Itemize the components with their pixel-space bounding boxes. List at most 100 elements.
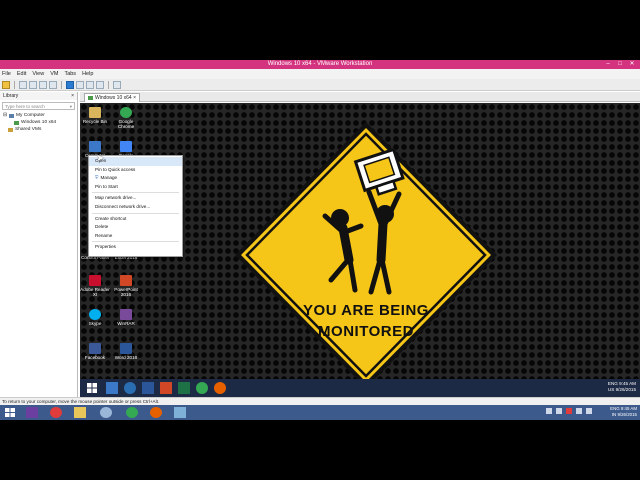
mouse-cursor-icon: ➤	[96, 153, 105, 164]
guest-tray-region[interactable]: US	[608, 387, 614, 392]
library-title: Library	[3, 93, 19, 99]
desktop-icon-google-chrome[interactable]: Google Chrome	[111, 107, 141, 129]
host-start-button[interactable]	[4, 407, 16, 418]
context-menu-divider	[92, 212, 179, 214]
shared-vms-icon	[8, 127, 13, 132]
opera-icon[interactable]	[50, 407, 62, 418]
chrome-icon	[120, 107, 132, 118]
desktop-icon-facebook[interactable]: Facebook	[80, 343, 110, 360]
tab-windows-10-x64[interactable]: Windows 10 x64 ×	[84, 93, 140, 102]
unity-icon[interactable]	[96, 80, 104, 89]
close-button[interactable]: ✕	[626, 60, 638, 69]
host-tray-region[interactable]: IN	[612, 412, 616, 417]
minimize-button[interactable]: –	[602, 60, 614, 69]
adobe-reader-icon	[89, 275, 101, 286]
word-icon[interactable]	[142, 382, 154, 394]
firefox-icon[interactable]	[214, 382, 226, 394]
library-close-icon[interactable]: ×	[71, 93, 74, 99]
host-tray-lang[interactable]: ENG	[610, 406, 620, 411]
app-icon[interactable]	[174, 407, 186, 418]
dropdown-icon[interactable]: ▾	[70, 104, 72, 109]
menu-tabs[interactable]: Tabs	[64, 71, 76, 77]
context-menu-item-delete[interactable]: Delete	[89, 223, 182, 232]
context-menu-item-map-drive[interactable]: Map network drive...	[89, 194, 182, 203]
context-menu-item-disconnect-drive[interactable]: Disconnect network drive...	[89, 203, 182, 212]
guest-desktop[interactable]: Recycle Bin Google Chrome Computer Googl…	[80, 103, 640, 379]
context-menu-item-create-shortcut[interactable]: Create shortcut	[89, 215, 182, 224]
vmware-window: Windows 10 x64 - VMware Workstation – □ …	[0, 60, 640, 420]
google-icon	[120, 141, 132, 152]
vm-icon	[88, 96, 93, 100]
tree-item-my-computer[interactable]: ⊟ My Computer	[0, 112, 77, 119]
tray-icon[interactable]	[566, 408, 572, 414]
context-menu-item-properties[interactable]: Properties	[89, 243, 182, 252]
desktop-icon-powerpoint-2016[interactable]: PowerPoint 2016	[111, 275, 141, 297]
library-search-input[interactable]: Type here to search ▾	[2, 102, 75, 110]
tree-item-label: Windows 10 x64	[21, 120, 57, 125]
powerpoint-icon[interactable]	[160, 382, 172, 394]
desktop-icon-recycle-bin[interactable]: Recycle Bin	[80, 107, 110, 124]
toolbar-divider	[108, 80, 109, 89]
task-view-icon[interactable]	[106, 382, 118, 394]
chrome-icon[interactable]	[196, 382, 208, 394]
guest-tray-time[interactable]: 9:45 AM	[619, 381, 636, 386]
warning-sign-graphic	[235, 122, 497, 379]
vmware-taskbar-icon[interactable]	[26, 407, 38, 418]
network-icon[interactable]	[100, 407, 112, 418]
start-button[interactable]	[86, 382, 98, 394]
host-tray-date[interactable]: 9/26/2015	[617, 412, 637, 417]
context-menu-item-rename[interactable]: Rename	[89, 232, 182, 241]
thumbnail-bar-icon[interactable]	[76, 80, 84, 89]
context-menu-item-pin-quick-access[interactable]: Pin to Quick access	[89, 166, 182, 175]
window-title: Windows 10 x64 - VMware Workstation	[267, 61, 373, 67]
firefox-icon[interactable]	[150, 407, 162, 418]
tray-icon[interactable]	[576, 408, 582, 414]
context-menu-item-pin-start[interactable]: Pin to Start	[89, 183, 182, 192]
edge-icon[interactable]	[124, 382, 136, 394]
desktop-icon-winrar[interactable]: WinRAR	[111, 309, 141, 326]
guest-system-tray: ENG 9:45 AM US 9/26/2015	[608, 381, 636, 393]
file-explorer-icon[interactable]	[74, 407, 86, 418]
window-controls: – □ ✕	[602, 60, 638, 69]
desktop-icon-skype[interactable]: Skype	[80, 309, 110, 326]
chrome-icon[interactable]	[126, 407, 138, 418]
full-screen-icon[interactable]	[86, 80, 94, 89]
tree-item-shared-vms[interactable]: Shared VMs	[0, 126, 77, 133]
desktop-icon-word-2016[interactable]: Word 2016	[111, 343, 141, 360]
desktop-icon-label: Facebook	[84, 355, 106, 360]
snapshot-icon[interactable]	[29, 80, 37, 89]
send-keys-icon[interactable]	[19, 80, 27, 89]
menu-help[interactable]: Help	[82, 71, 93, 77]
context-menu-divider	[92, 241, 179, 243]
tray-icon[interactable]	[546, 408, 552, 414]
context-menu-item-manage[interactable]: ⛨ Manage	[89, 174, 182, 183]
desktop-icon-adobe-reader[interactable]: Adobe Reader XI	[80, 275, 110, 297]
library-search-placeholder: Type here to search	[5, 104, 45, 109]
desktop-icon-label: Adobe Reader XI	[80, 287, 110, 297]
computer-icon	[89, 141, 101, 152]
excel-icon[interactable]	[178, 382, 190, 394]
menu-view[interactable]: View	[32, 71, 44, 77]
tree-item-windows-10-x64[interactable]: Windows 10 x64	[0, 119, 77, 126]
windows-logo-icon	[5, 408, 15, 417]
tray-icon[interactable]	[556, 408, 562, 414]
expand-icon[interactable]: ⊟	[3, 113, 7, 118]
console-view-icon[interactable]	[113, 80, 121, 89]
guest-tray-lang[interactable]: ENG	[608, 381, 618, 386]
tray-icon[interactable]	[586, 408, 592, 414]
power-icon[interactable]	[2, 80, 10, 89]
menu-file[interactable]: File	[2, 71, 11, 77]
revert-snapshot-icon[interactable]	[39, 80, 47, 89]
host-tray-time[interactable]: 9:45 AM	[621, 406, 637, 411]
menu-vm[interactable]: VM	[50, 71, 58, 77]
maximize-button[interactable]: □	[614, 60, 626, 69]
host-system-tray: ENG 9:45 AM IN 9/26/2015	[610, 406, 637, 418]
powerpoint-icon	[120, 275, 132, 286]
menu-edit[interactable]: Edit	[17, 71, 26, 77]
tab-close-icon[interactable]: ×	[133, 95, 136, 101]
snapshot-manager-icon[interactable]	[49, 80, 57, 89]
library-toggle-icon[interactable]	[66, 80, 74, 89]
guest-tray-date[interactable]: 9/26/2015	[616, 387, 636, 392]
desktop-icon-label: WinRAR	[117, 321, 135, 326]
tree-item-label: My Computer	[16, 113, 45, 118]
